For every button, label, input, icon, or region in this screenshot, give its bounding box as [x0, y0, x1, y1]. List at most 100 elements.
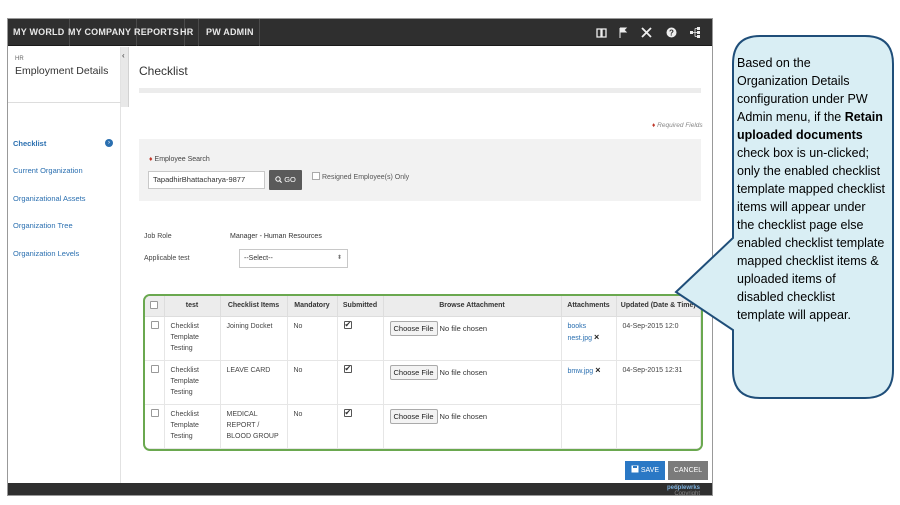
cell-updated — [616, 404, 701, 449]
cancel-button[interactable]: CANCEL — [668, 461, 708, 480]
chevron-left-icon: ‹ — [122, 51, 125, 60]
svg-text:?: ? — [669, 29, 674, 38]
floppy-disk-icon — [631, 465, 639, 473]
checklist-table: test Checklist Items Mandatory Submitted… — [145, 296, 701, 449]
callout-text: Based on the Organization Details config… — [737, 54, 885, 324]
applicable-test-value: --Select-- — [244, 255, 273, 262]
sidebar-divider — [8, 102, 121, 103]
cell-attachments: bmw.jpg × — [561, 360, 617, 405]
row-select-cell[interactable] — [145, 404, 165, 449]
sidebar-item-checklist[interactable]: Checklist — [13, 139, 46, 148]
cell-browse-attachment: Choose File No file chosen — [383, 316, 562, 361]
book-icon[interactable] — [590, 19, 612, 46]
cell-updated: 04-Sep-2015 12:31 — [616, 360, 701, 405]
flag-icon[interactable] — [612, 19, 634, 46]
column-header-checklist-items: Checklist Items — [220, 296, 288, 317]
title-divider — [139, 88, 701, 93]
cell-mandatory: No — [287, 404, 338, 449]
cell-submitted — [337, 404, 384, 449]
file-status: No file chosen — [439, 411, 488, 421]
column-header-browse-attachment: Browse Attachment — [383, 296, 562, 317]
cell-checklist-item: Joining Docket — [220, 316, 288, 361]
select-caret-icon: ⬍ — [336, 255, 342, 261]
remove-attachment-icon[interactable]: × — [594, 332, 599, 342]
page-title: Checklist — [139, 64, 188, 78]
help-icon[interactable]: ? — [660, 19, 682, 46]
submitted-checkbox[interactable] — [343, 363, 352, 374]
go-button[interactable]: GO — [269, 170, 302, 190]
cell-attachments — [561, 404, 617, 449]
sidebar-item-organizational-assets[interactable]: Organizational Assets — [13, 194, 86, 203]
row-select-cell[interactable] — [145, 316, 165, 361]
submitted-checkbox[interactable] — [343, 319, 352, 330]
cell-mandatory: No — [287, 316, 338, 361]
active-indicator-icon: › — [105, 139, 113, 147]
cell-checklist-item: MEDICAL REPORT / BLOOD GROUP — [220, 404, 288, 449]
required-marker: ♦ — [149, 156, 153, 163]
top-navigation-bar: MY WORLD MY COMPANY REPORTS HR PW ADMIN … — [8, 19, 712, 46]
sidebar-title: Employment Details — [15, 65, 109, 77]
search-icon — [275, 176, 283, 183]
save-button[interactable]: SAVE — [625, 461, 665, 480]
go-button-label: GO — [284, 175, 296, 184]
callout-text-post: check box is un-clicked; only the enable… — [737, 146, 885, 322]
cell-browse-attachment: Choose File No file chosen — [383, 360, 562, 405]
brand-logo: peoplewrks — [666, 485, 700, 491]
sidebar-breadcrumb: HR — [15, 56, 24, 62]
attachment-link[interactable]: books nest.jpg — [568, 323, 593, 342]
resigned-only-checkbox-label[interactable]: Resigned Employee(s) Only — [312, 172, 409, 181]
resigned-only-checkbox[interactable] — [312, 172, 320, 180]
nav-my-world[interactable]: MY WORLD — [8, 19, 71, 46]
job-role-value: Manager - Human Resources — [230, 233, 322, 240]
nav-hr[interactable]: HR — [175, 19, 200, 46]
select-all-checkbox[interactable] — [150, 300, 159, 309]
column-header-attachments: Attachments — [561, 296, 617, 317]
column-header-test: test — [164, 296, 221, 317]
choose-file-button[interactable]: Choose File — [389, 320, 438, 336]
sidebar-collapse-handle[interactable]: ‹ — [121, 47, 129, 107]
row-checkbox[interactable] — [151, 408, 160, 417]
cell-mandatory: No — [287, 360, 338, 405]
employee-search-input[interactable]: TapadhirBhattacharya-9877 — [148, 171, 265, 189]
search-panel: ♦ Employee Search TapadhirBhattacharya-9… — [139, 139, 701, 201]
cell-checklist-item: LEAVE CARD — [220, 360, 288, 405]
tools-icon[interactable] — [635, 19, 657, 46]
choose-file-button[interactable]: Choose File — [389, 408, 438, 424]
employee-search-label: ♦ Employee Search — [149, 156, 210, 163]
cell-test: Checklist Template Testing — [164, 360, 221, 405]
remove-attachment-icon[interactable]: × — [595, 365, 600, 375]
sidebar-item-current-organization[interactable]: Current Organization — [13, 166, 83, 175]
select-all-header[interactable] — [145, 296, 165, 317]
app-window: MY WORLD MY COMPANY REPORTS HR PW ADMIN … — [7, 18, 713, 496]
sidebar-item-organization-tree[interactable]: Organization Tree — [13, 221, 73, 230]
sitemap-icon[interactable] — [684, 19, 706, 46]
save-button-label: SAVE — [640, 467, 660, 474]
resigned-only-text: Resigned Employee(s) Only — [322, 174, 410, 181]
row-select-cell[interactable] — [145, 360, 165, 405]
table-row: Checklist Template Testing MEDICAL REPOR… — [145, 404, 701, 449]
applicable-test-select[interactable]: --Select-- ⬍ — [239, 249, 348, 268]
main-content: Checklist ♦ Required Fields ♦ Employee S… — [130, 47, 712, 483]
submitted-checkbox[interactable] — [343, 407, 352, 418]
nav-pw-admin[interactable]: PW ADMIN — [201, 19, 260, 46]
table-header-row: test Checklist Items Mandatory Submitted… — [145, 296, 701, 317]
choose-file-button[interactable]: Choose File — [389, 364, 438, 380]
cell-attachments: books nest.jpg × — [561, 316, 617, 361]
footer: © Copyright 2015 peoplewrks — [8, 483, 712, 495]
attachment-link[interactable]: bmw.jpg — [568, 368, 594, 375]
required-fields-note: ♦ Required Fields — [652, 122, 703, 129]
column-header-updated: Updated (Date & Time) — [616, 296, 701, 317]
applicable-test-label: Applicable test — [144, 255, 190, 262]
table-row: Checklist Template Testing Joining Docke… — [145, 316, 701, 361]
table-row: Checklist Template Testing LEAVE CARD No… — [145, 360, 701, 405]
cell-submitted — [337, 316, 384, 361]
required-marker: ♦ — [652, 122, 656, 129]
nav-my-company[interactable]: MY COMPANY — [63, 19, 138, 46]
file-status: No file chosen — [439, 367, 488, 377]
job-role-label: Job Role — [144, 233, 172, 240]
file-status: No file chosen — [439, 323, 488, 333]
row-checkbox[interactable] — [151, 364, 160, 373]
cell-submitted — [337, 360, 384, 405]
row-checkbox[interactable] — [151, 320, 160, 329]
sidebar-item-organization-levels[interactable]: Organization Levels — [13, 249, 79, 258]
